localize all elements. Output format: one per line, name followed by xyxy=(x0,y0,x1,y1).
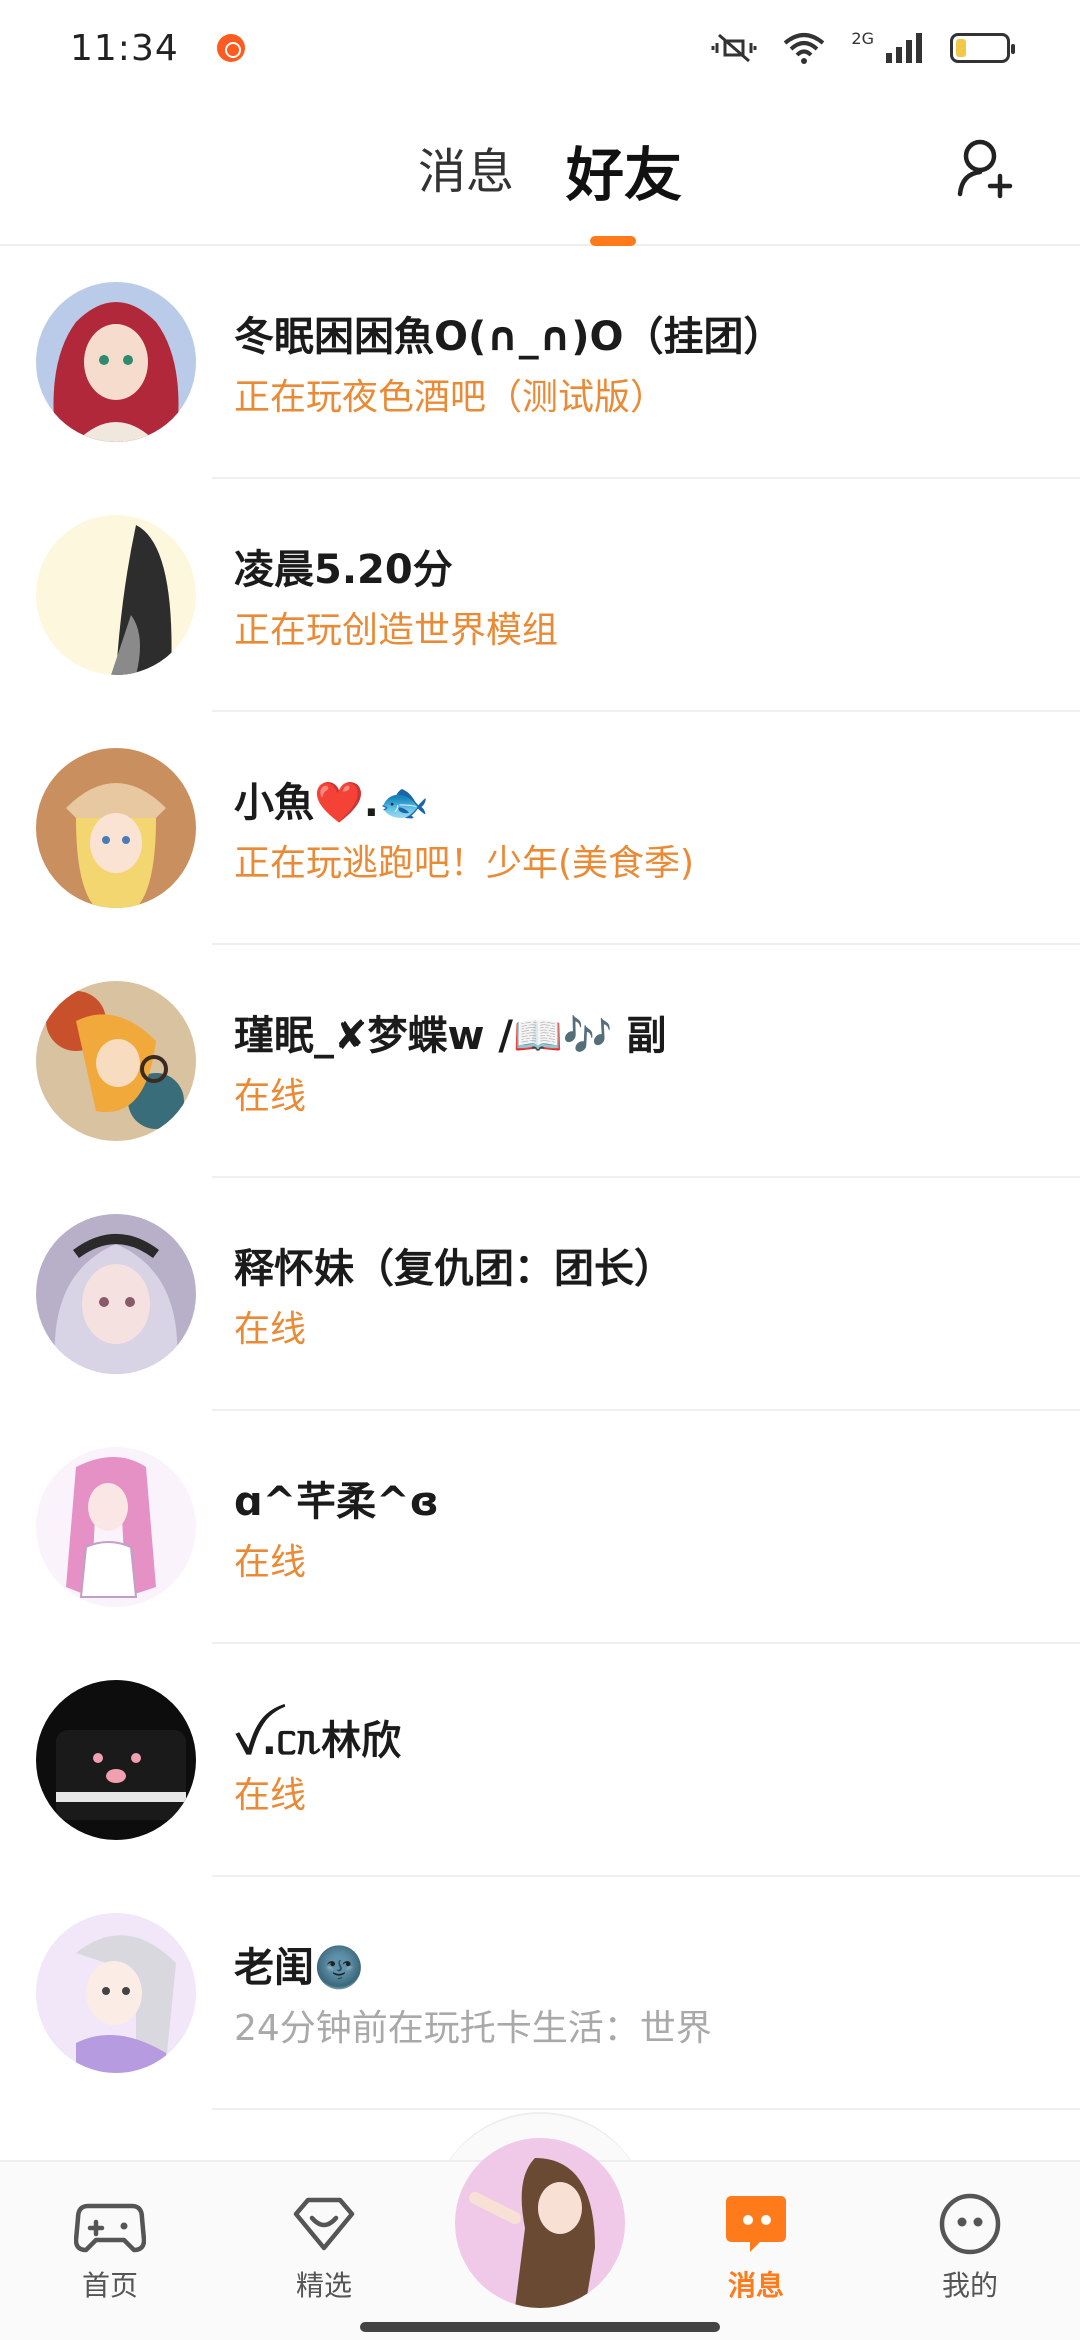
friend-status: 正在玩夜色酒吧（测试版） xyxy=(234,377,667,418)
home-indicator[interactable] xyxy=(360,2322,720,2332)
friend-avatar[interactable] xyxy=(36,1214,196,1374)
friend-status: 正在玩创造世界模组 xyxy=(234,610,559,651)
top-header: 消息 好友 xyxy=(0,96,1080,246)
battery-level xyxy=(956,39,966,57)
tab-friends[interactable]: 好友 xyxy=(566,128,682,212)
nav-item-me[interactable]: 我的 xyxy=(900,2192,1040,2304)
friend-row[interactable]: 小魚❤️.🐟 正在玩逃跑吧！少年(美食季) xyxy=(0,712,1080,945)
friend-status: 正在玩逃跑吧！少年(美食季) xyxy=(234,843,695,884)
tab-messages[interactable]: 消息 xyxy=(418,132,514,216)
friend-name: 释怀妹（复仇团：团长） xyxy=(234,1246,674,1292)
friend-row[interactable]: 瑾眠_✘梦蝶w /📖🎶 副 在线 xyxy=(0,945,1080,1178)
status-left: 11:34 xyxy=(70,28,245,69)
friend-avatar[interactable] xyxy=(36,981,196,1141)
friend-avatar[interactable] xyxy=(36,1680,196,1840)
friend-name: ɑ^芊柔^ɞ xyxy=(234,1479,439,1525)
friend-name: 冬眠困困魚O(∩_∩)O（挂团） xyxy=(234,314,784,360)
wifi-icon xyxy=(784,33,825,64)
friends-list: 冬眠困困魚O(∩_∩)O（挂团） 正在玩夜色酒吧（测试版） 凌晨5.20分 正在… xyxy=(0,246,1080,2110)
center-avatar-button[interactable] xyxy=(455,2138,625,2308)
nav-item-featured[interactable]: 精选 xyxy=(254,2192,394,2304)
network-type-label: 2G xyxy=(851,28,874,48)
friend-name: 老闺🌚 xyxy=(234,1945,364,1991)
battery-icon xyxy=(950,33,1015,63)
smiley-face-icon xyxy=(939,2193,1001,2255)
add-friend-icon[interactable] xyxy=(954,136,1018,200)
diamond-heart-icon xyxy=(293,2197,355,2251)
status-time: 11:34 xyxy=(70,27,179,69)
chat-bubble-icon xyxy=(726,2196,786,2252)
header-tabs: 消息 好友 xyxy=(0,132,1080,216)
mute-vibrate-icon xyxy=(711,33,757,63)
nav-label-messages: 消息 xyxy=(727,2269,784,2302)
friend-status: 在线 xyxy=(234,1542,307,1583)
gamepad-icon xyxy=(74,2203,146,2253)
friend-row[interactable]: 老闺🌚 24分钟前在玩托卡生活：世界 xyxy=(0,1877,1080,2110)
friend-row[interactable]: 凌晨5.20分 正在玩创造世界模组 xyxy=(0,479,1080,712)
friend-row[interactable]: ɑ^芊柔^ɞ 在线 xyxy=(0,1411,1080,1644)
signal-icon xyxy=(886,33,922,63)
status-right: 2G xyxy=(711,28,1015,65)
friend-status: 在线 xyxy=(234,1309,307,1350)
nav-label-me: 我的 xyxy=(941,2269,998,2302)
friend-row[interactable]: 释怀妹（复仇团：团长） 在线 xyxy=(0,1178,1080,1411)
friend-avatar[interactable] xyxy=(36,1447,196,1607)
status-bar: 11:34 2G xyxy=(0,0,1080,96)
active-tab-indicator xyxy=(590,236,636,246)
friend-row[interactable]: 冬眠困困魚O(∩_∩)O（挂团） 正在玩夜色酒吧（测试版） xyxy=(0,246,1080,479)
nav-label-featured: 精选 xyxy=(295,2269,352,2302)
friend-name: 小魚❤️.🐟 xyxy=(234,780,429,826)
friend-status: 在线 xyxy=(234,1775,307,1816)
friend-avatar[interactable] xyxy=(36,1913,196,2073)
friend-avatar[interactable] xyxy=(36,748,196,908)
friend-avatar[interactable] xyxy=(36,282,196,442)
nav-item-messages[interactable]: 消息 xyxy=(686,2192,826,2304)
friend-status: 在线 xyxy=(234,1076,307,1117)
friend-avatar[interactable] xyxy=(36,515,196,675)
app-notification-icon xyxy=(216,34,245,62)
friend-status: 24分钟前在玩托卡生活：世界 xyxy=(234,2008,712,2049)
friend-name: 凌晨5.20分 xyxy=(234,547,453,593)
friend-name: 瑾眠_✘梦蝶w /📖🎶 副 xyxy=(234,1013,667,1059)
friend-row[interactable]: ꪜ.ᥴᥰ林欣 在线 xyxy=(0,1644,1080,1877)
nav-item-home[interactable]: 首页 xyxy=(40,2192,180,2304)
nav-label-home: 首页 xyxy=(81,2269,138,2302)
